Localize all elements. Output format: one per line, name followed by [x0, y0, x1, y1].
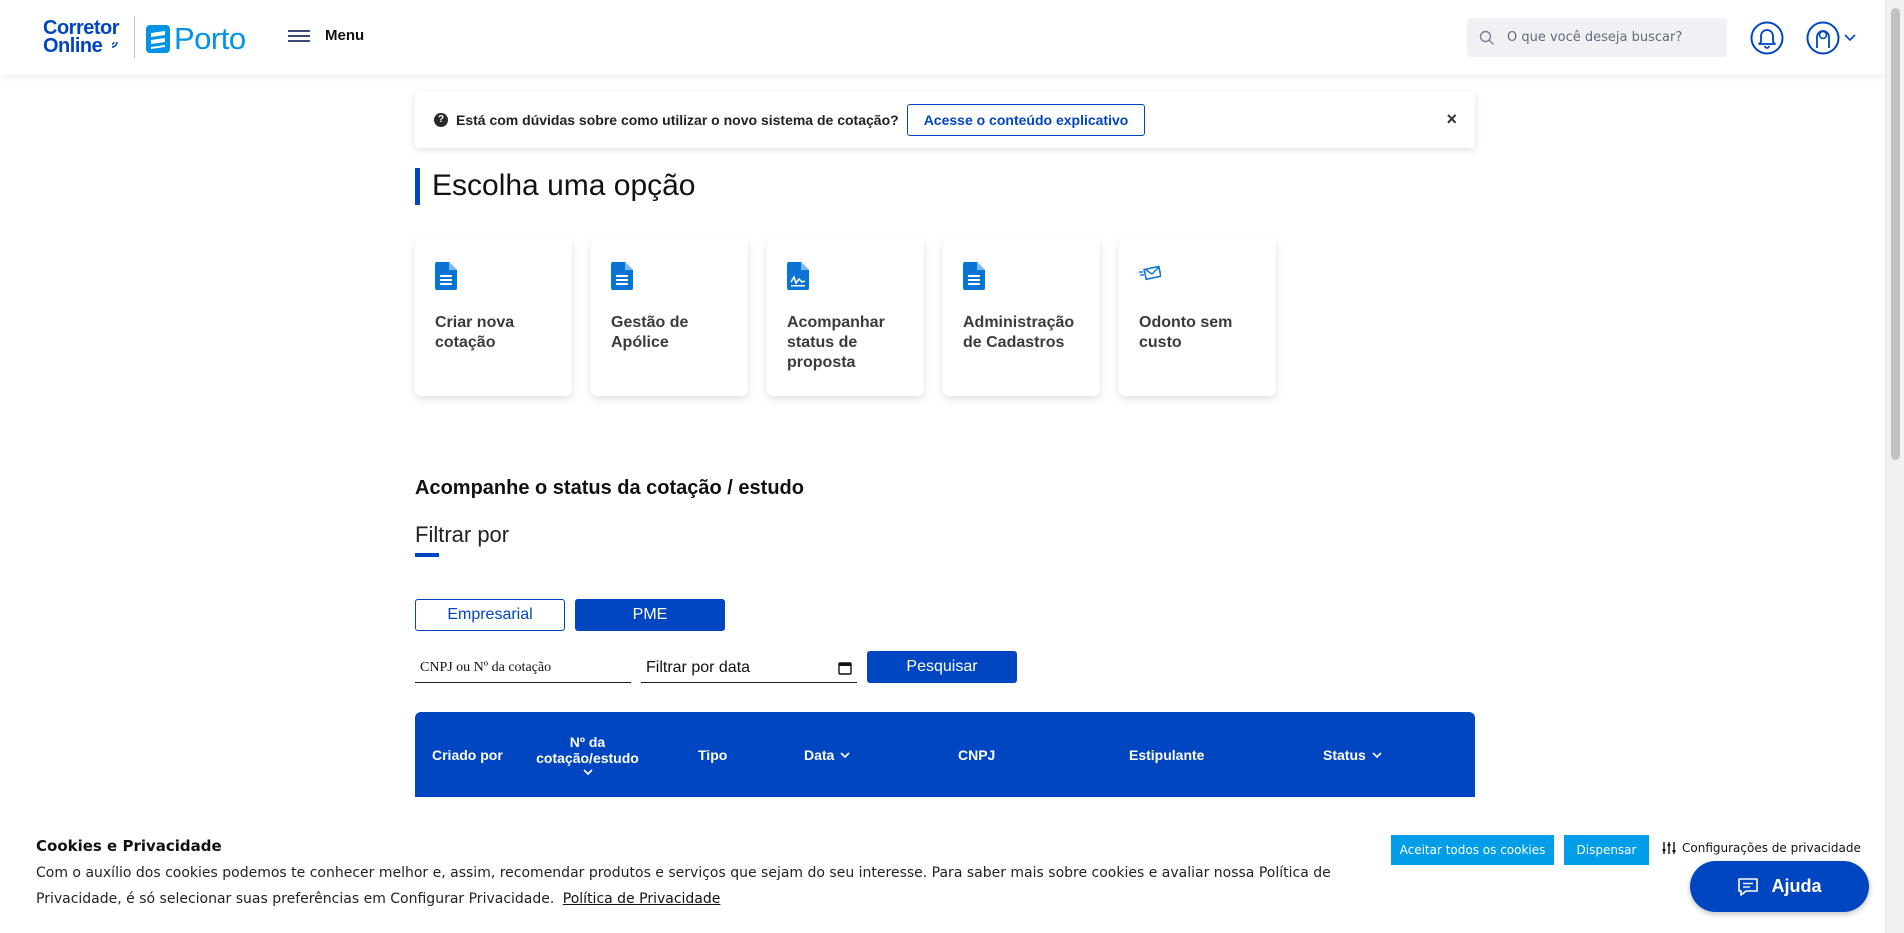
- filter-title: Filtrar por: [415, 522, 510, 547]
- cookie-title: Cookies e Privacidade: [36, 837, 222, 855]
- col-label: Criado por: [432, 746, 503, 763]
- porto-logo[interactable]: Porto: [146, 21, 246, 57]
- col-estipulante[interactable]: Estipulante: [1129, 712, 1204, 797]
- banner-message: Está com dúvidas sobre como utilizar o n…: [456, 111, 899, 128]
- chevron-down-icon: [1372, 751, 1382, 758]
- page-scrollbar[interactable]: [1885, 0, 1904, 933]
- cookie-banner: Cookies e Privacidade Com o auxílio dos …: [0, 825, 1885, 933]
- col-label: Estipulante: [1129, 746, 1205, 763]
- card-criar-nova-cotacao[interactable]: Criar nova cotação: [415, 238, 572, 396]
- col-label: Status: [1323, 746, 1366, 763]
- filter-underline: [415, 553, 439, 557]
- logo-online-text: Online: [43, 35, 103, 57]
- porto-mark-icon: [146, 25, 170, 53]
- chevron-down-icon: [582, 769, 593, 775]
- col-status[interactable]: Status: [1323, 712, 1382, 797]
- status-section-title: Acompanhe o status da cotação / estudo: [415, 477, 804, 499]
- help-banner: ? Está com dúvidas sobre como utilizar o…: [415, 91, 1475, 148]
- signed-document-icon: [787, 262, 809, 290]
- date-filter-field[interactable]: Filtrar por data: [641, 653, 857, 683]
- document-icon: [963, 262, 985, 290]
- explanatory-content-button[interactable]: Acesse o conteúdo explicativo: [906, 103, 1146, 136]
- col-label: CNPJ: [958, 746, 996, 763]
- cnpj-field[interactable]: [415, 653, 631, 683]
- close-icon[interactable]: ×: [1446, 109, 1457, 130]
- card-label: Odonto sem custo: [1139, 314, 1233, 351]
- col-label-line1: Nº da: [569, 734, 606, 750]
- search-icon: [1479, 30, 1494, 45]
- tab-empresarial[interactable]: Empresarial: [415, 599, 565, 631]
- cnpj-input[interactable]: [415, 659, 631, 676]
- menu-label: Menu: [325, 27, 365, 44]
- user-menu[interactable]: [1806, 21, 1862, 55]
- chat-icon: [1738, 877, 1759, 896]
- col-label: Data: [804, 746, 835, 763]
- search-box[interactable]: [1467, 18, 1727, 57]
- document-icon: [435, 262, 457, 290]
- option-cards: Criar nova cotação Gestão de Apólice Aco…: [415, 238, 1276, 396]
- card-acompanhar-status[interactable]: Acompanhar status de proposta: [767, 238, 924, 396]
- col-numero-cotacao[interactable]: Nº da cotação/estudo: [530, 712, 645, 797]
- question-icon: ?: [434, 112, 448, 127]
- chevron-down-icon: [1844, 34, 1856, 42]
- help-label: Ajuda: [1771, 876, 1822, 896]
- col-label: Tipo: [698, 746, 728, 763]
- menu-button[interactable]: Menu: [288, 27, 364, 44]
- scrollbar-thumb[interactable]: [1891, 8, 1900, 460]
- tab-pme[interactable]: PME: [575, 599, 725, 631]
- privacy-policy-link[interactable]: Política de Privacidade: [563, 891, 721, 907]
- cookie-text-block: Com o auxílio dos cookies podemos te con…: [36, 860, 1366, 912]
- hamburger-icon: [288, 29, 310, 42]
- chevron-down-icon: [840, 751, 850, 758]
- col-label-line2: cotação/estudo: [536, 750, 639, 766]
- card-odonto-sem-custo[interactable]: Odonto sem custo: [1119, 238, 1276, 396]
- signal-waves-icon: [111, 41, 118, 48]
- search-input[interactable]: [1507, 30, 1707, 45]
- send-mail-icon: [1139, 265, 1162, 281]
- corretor-online-logo[interactable]: Corretor Online: [43, 18, 120, 57]
- card-label: Criar nova cotação: [435, 314, 515, 351]
- top-header: Corretor Online Porto Menu: [0, 0, 1885, 75]
- col-tipo[interactable]: Tipo: [698, 712, 727, 797]
- card-administracao-de-cadastros[interactable]: Administração de Cadastros: [943, 238, 1100, 396]
- help-button[interactable]: Ajuda: [1690, 861, 1869, 912]
- document-icon: [611, 262, 633, 290]
- card-gestao-de-apolice[interactable]: Gestão de Apólice: [591, 238, 748, 396]
- date-filter-placeholder: Filtrar por data: [646, 658, 751, 676]
- user-avatar-icon: [1806, 21, 1840, 55]
- accept-all-cookies-button[interactable]: Aceitar todos os cookies: [1391, 835, 1554, 865]
- card-label: Gestão de Apólice: [611, 314, 689, 351]
- col-data[interactable]: Data: [804, 712, 850, 797]
- status-table-header: Criado por Nº da cotação/estudo Tipo Dat…: [415, 712, 1475, 797]
- card-label: Administração de Cadastros: [963, 314, 1075, 351]
- page-title: Escolha uma opção: [415, 168, 696, 205]
- dismiss-cookies-button[interactable]: Dispensar: [1564, 835, 1649, 865]
- privacy-settings-label: Configurações de privacidade: [1682, 841, 1861, 855]
- notification-bell-icon[interactable]: [1750, 21, 1784, 55]
- card-label: Acompanhar status de proposta: [787, 314, 885, 371]
- col-criado-por[interactable]: Criado por: [432, 712, 503, 797]
- privacy-settings-button[interactable]: Configurações de privacidade: [1662, 841, 1861, 855]
- col-cnpj[interactable]: CNPJ: [958, 712, 995, 797]
- logo-divider: [134, 16, 135, 58]
- search-button[interactable]: Pesquisar: [867, 651, 1017, 683]
- sliders-icon: [1662, 842, 1676, 854]
- logo-porto-text: Porto: [174, 21, 246, 56]
- calendar-icon[interactable]: [838, 661, 852, 675]
